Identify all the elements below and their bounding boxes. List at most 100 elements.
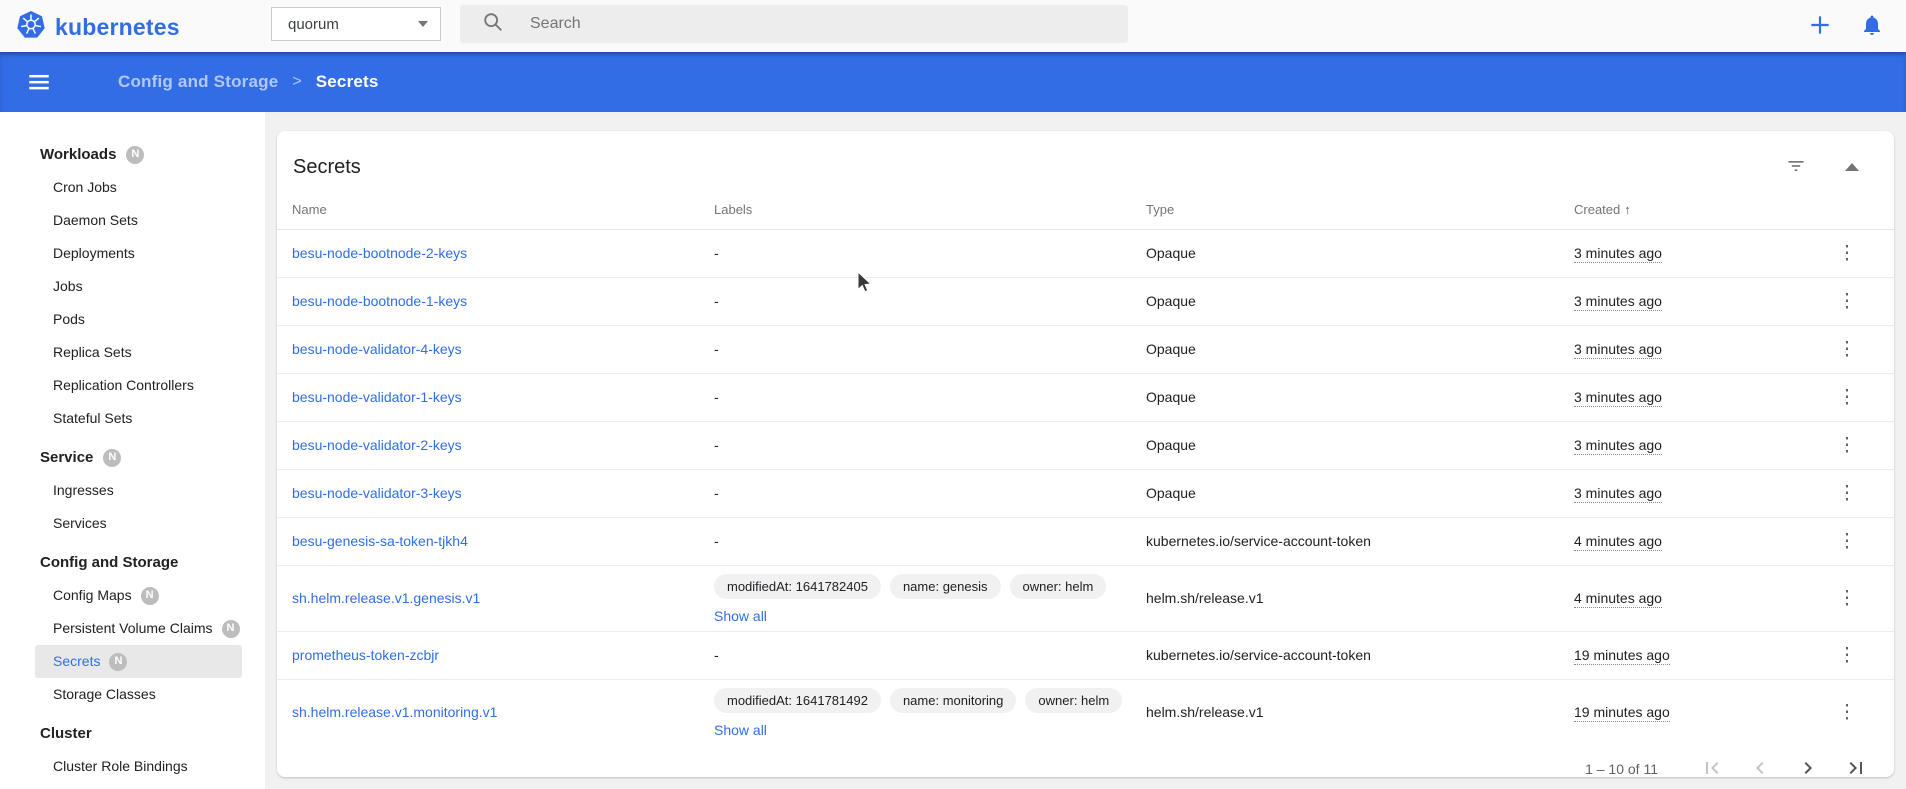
row-menu-button[interactable]: ⋮ [1830, 695, 1864, 729]
chevron-left-icon [1748, 756, 1772, 778]
cell-actions: ⋮ [1830, 631, 1894, 679]
show-all-link[interactable]: Show all [714, 722, 767, 738]
previous-page-button[interactable] [1736, 751, 1784, 777]
first-page-icon [1700, 756, 1724, 778]
secret-name-link[interactable]: sh.helm.release.v1.monitoring.v1 [292, 704, 497, 720]
secret-name-link[interactable]: besu-genesis-sa-token-tjkh4 [292, 533, 468, 549]
menu-button[interactable] [22, 66, 56, 100]
last-page-button[interactable] [1832, 751, 1880, 777]
secret-name-link[interactable]: besu-node-bootnode-1-keys [292, 293, 467, 309]
sidebar-item-persistent-volume-claims[interactable]: Persistent Volume ClaimsN [0, 612, 265, 645]
row-menu-button[interactable]: ⋮ [1830, 476, 1864, 510]
sidebar-item-label: Cluster Role Bindings [53, 750, 188, 783]
cell-actions: ⋮ [1830, 421, 1894, 469]
secret-type: Opaque [1146, 245, 1196, 261]
secret-name-link[interactable]: sh.helm.release.v1.genesis.v1 [292, 590, 480, 606]
row-menu-button[interactable]: ⋮ [1830, 524, 1864, 558]
sidebar-item-cluster-role-bindings[interactable]: Cluster Role Bindings [0, 750, 265, 783]
sidebar-heading-cluster[interactable]: Cluster [0, 717, 265, 750]
main-area: Secrets [265, 112, 1906, 789]
created-value: 4 minutes ago [1574, 533, 1662, 551]
create-resource-button[interactable] [1802, 8, 1838, 44]
sidebar-item-label: Stateful Sets [53, 402, 132, 435]
next-page-button[interactable] [1784, 751, 1832, 777]
secret-name-link[interactable]: besu-node-validator-4-keys [292, 341, 462, 357]
pagination-range: 1 – 10 of 11 [1585, 761, 1658, 777]
hamburger-icon [26, 69, 52, 98]
cell-labels: modifiedAt: 1641781492name: monitoringow… [714, 679, 1146, 745]
table-row: besu-node-validator-3-keys-Opaque3 minut… [277, 469, 1894, 517]
notifications-button[interactable] [1854, 8, 1890, 44]
show-all-link[interactable]: Show all [714, 608, 767, 624]
column-header-type[interactable]: Type [1146, 191, 1574, 229]
sidebar-item-secrets[interactable]: SecretsN [35, 645, 242, 678]
table-row: besu-genesis-sa-token-tjkh4-kubernetes.i… [277, 517, 1894, 565]
cell-labels: - [714, 631, 1146, 679]
column-header-labels[interactable]: Labels [714, 191, 1146, 229]
sidebar-item-deployments[interactable]: Deployments [0, 237, 265, 270]
sidebar-item-pods[interactable]: Pods [0, 303, 265, 336]
collapse-card-button[interactable] [1832, 151, 1872, 183]
created-value: 3 minutes ago [1574, 341, 1662, 359]
namespace-selector[interactable]: quorum [271, 7, 441, 41]
cell-created: 4 minutes ago [1574, 517, 1830, 565]
row-menu-button[interactable]: ⋮ [1830, 581, 1864, 615]
labels-wrap: modifiedAt: 1641782405name: genesisowner… [714, 566, 1146, 630]
breadcrumb-parent[interactable]: Config and Storage [118, 72, 278, 92]
sidebar-item-storage-classes[interactable]: Storage Classes [0, 678, 265, 711]
secret-name-link[interactable]: besu-node-validator-1-keys [292, 389, 462, 405]
secrets-card: Secrets [277, 131, 1894, 777]
sidebar-item-replica-sets[interactable]: Replica Sets [0, 336, 265, 369]
row-menu-button[interactable]: ⋮ [1830, 428, 1864, 462]
sidebar-heading-workloads[interactable]: WorkloadsN [0, 138, 265, 171]
new-badge: N [222, 620, 240, 638]
sidebar-item-replication-controllers[interactable]: Replication Controllers [0, 369, 265, 402]
top-header: kubernetes quorum [0, 0, 1906, 52]
cell-actions: ⋮ [1830, 469, 1894, 517]
cell-labels: modifiedAt: 1641782405name: genesisowner… [714, 565, 1146, 631]
new-badge: N [103, 449, 121, 467]
sidebar-heading-service[interactable]: ServiceN [0, 441, 265, 474]
first-page-button[interactable] [1688, 751, 1736, 777]
column-header-name[interactable]: Name [277, 191, 714, 229]
search-input[interactable] [530, 15, 1128, 33]
secret-name-link[interactable]: prometheus-token-zcbjr [292, 647, 439, 663]
sidebar-item-jobs[interactable]: Jobs [0, 270, 265, 303]
row-menu-button[interactable]: ⋮ [1830, 236, 1864, 270]
created-value: 3 minutes ago [1574, 245, 1662, 263]
secret-type: Opaque [1146, 293, 1196, 309]
cell-actions: ⋮ [1830, 277, 1894, 325]
table-row: prometheus-token-zcbjr-kubernetes.io/ser… [277, 631, 1894, 679]
sidebar-item-daemon-sets[interactable]: Daemon Sets [0, 204, 265, 237]
row-menu-button[interactable]: ⋮ [1830, 380, 1864, 414]
cell-type: Opaque [1146, 277, 1574, 325]
created-value: 3 minutes ago [1574, 437, 1662, 455]
sidebar-item-config-maps[interactable]: Config MapsN [0, 579, 265, 612]
cell-actions: ⋮ [1830, 229, 1894, 277]
secret-name-link[interactable]: besu-node-validator-2-keys [292, 437, 462, 453]
sidebar-item-stateful-sets[interactable]: Stateful Sets [0, 402, 265, 435]
sidebar-item-services[interactable]: Services [0, 507, 265, 540]
filter-button[interactable] [1776, 151, 1816, 183]
column-header-actions [1830, 191, 1894, 229]
sidebar-item-label: Ingresses [53, 474, 114, 507]
cell-name: besu-genesis-sa-token-tjkh4 [277, 517, 714, 565]
sidebar-item-cron-jobs[interactable]: Cron Jobs [0, 171, 265, 204]
row-menu-button[interactable]: ⋮ [1830, 332, 1864, 366]
column-header-created[interactable]: Created↑ [1574, 191, 1830, 229]
sidebar-item-ingresses[interactable]: Ingresses [0, 474, 265, 507]
search-icon [482, 11, 504, 38]
label-chip: name: genesis [890, 574, 1001, 599]
breadcrumb: Config and Storage > Secrets [118, 72, 379, 92]
kubernetes-logo[interactable]: kubernetes [16, 10, 180, 45]
row-menu-button[interactable]: ⋮ [1830, 284, 1864, 318]
secret-type: kubernetes.io/service-account-token [1146, 533, 1371, 549]
kubernetes-helm-icon [16, 10, 46, 45]
sidebar-heading-config-and-storage[interactable]: Config and Storage [0, 546, 265, 579]
secret-name-link[interactable]: besu-node-validator-3-keys [292, 485, 462, 501]
row-menu-button[interactable]: ⋮ [1830, 638, 1864, 672]
search-bar[interactable] [460, 5, 1128, 43]
logo-text: kubernetes [55, 14, 180, 41]
secret-name-link[interactable]: besu-node-bootnode-2-keys [292, 245, 467, 261]
labels-empty: - [714, 245, 719, 261]
